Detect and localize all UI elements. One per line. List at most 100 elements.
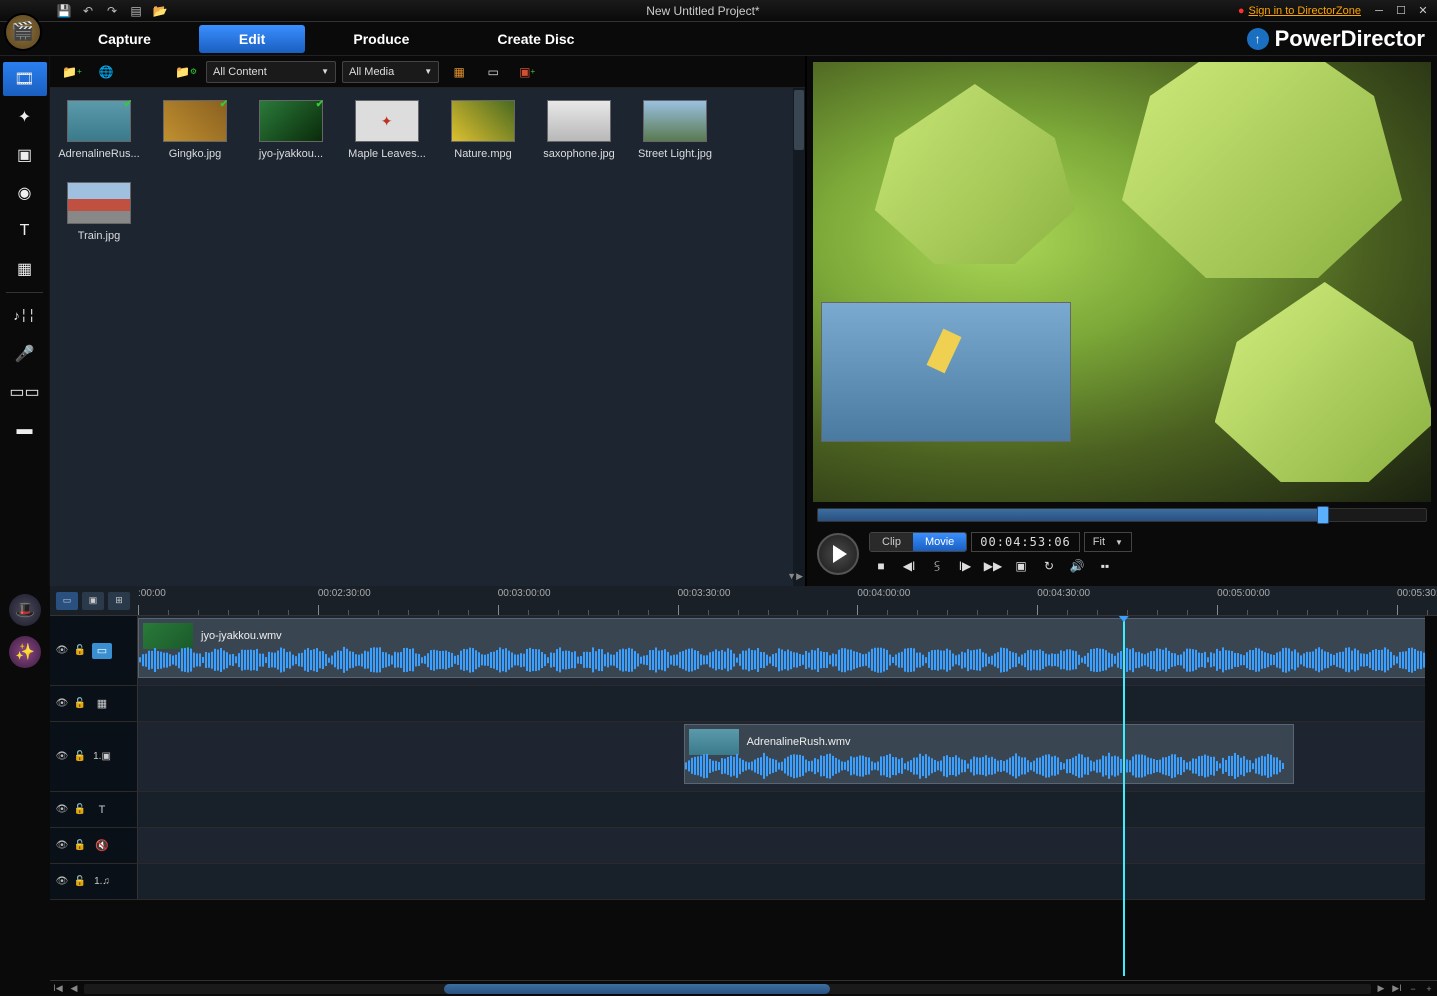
library-scrollbar[interactable] xyxy=(793,88,805,586)
scroll-left-button[interactable]: ◀ xyxy=(66,982,82,996)
seek-handle-icon[interactable] xyxy=(1317,506,1329,524)
media-thumb[interactable]: Street Light.jpg xyxy=(638,100,712,160)
media-filter-dropdown[interactable]: All Media xyxy=(342,61,439,83)
subtitle-room[interactable]: ▬ xyxy=(3,413,47,447)
lock-icon[interactable]: 🔓 xyxy=(74,751,86,763)
track-body[interactable] xyxy=(138,864,1437,899)
zoom-fit-dropdown[interactable]: Fit xyxy=(1084,532,1132,552)
particle-room[interactable]: ◉ xyxy=(3,176,47,210)
storyboard-view-button[interactable]: ▣ xyxy=(82,592,104,610)
tab-capture[interactable]: Capture xyxy=(58,25,191,53)
preview-seek-slider[interactable] xyxy=(817,508,1427,522)
snapshot-button[interactable]: ▣ xyxy=(1009,556,1033,576)
preview-viewport[interactable] xyxy=(813,62,1431,502)
media-thumb[interactable]: ✔Gingko.jpg xyxy=(158,100,232,160)
track-manager-button[interactable]: ⊞ xyxy=(108,592,130,610)
track-body[interactable] xyxy=(138,828,1437,863)
prev-unit-button[interactable]: ⫓ xyxy=(925,556,949,576)
maximize-button[interactable]: ☐ xyxy=(1393,4,1409,18)
loop-button[interactable]: ↻ xyxy=(1037,556,1061,576)
hscroll-thumb[interactable] xyxy=(444,984,830,994)
music-track-1: 👁 🔓 1.♫ xyxy=(50,864,1437,900)
zoom-in-button[interactable]: + xyxy=(1421,982,1437,996)
stop-button[interactable]: ■ xyxy=(869,556,893,576)
timeline-vscroll[interactable] xyxy=(1425,616,1437,980)
track-body[interactable]: AdrenalineRush.wmv xyxy=(138,722,1437,791)
tab-produce[interactable]: Produce xyxy=(313,25,449,53)
tab-edit[interactable]: Edit xyxy=(199,25,305,53)
track-body[interactable]: jyo-jyakkou.wmv xyxy=(138,616,1437,685)
lock-icon[interactable]: 🔓 xyxy=(74,698,86,710)
mode-toggle: Clip Movie xyxy=(869,532,967,552)
lock-icon[interactable]: 🔓 xyxy=(74,840,86,852)
magic-tools-button[interactable]: 🎩 xyxy=(9,594,41,626)
app-logo: 🎬 xyxy=(4,13,50,59)
timeline-clip[interactable]: AdrenalineRush.wmv xyxy=(684,724,1295,784)
ruler-label: 00:04:30:00 xyxy=(1037,588,1090,599)
visibility-icon[interactable]: 👁 xyxy=(56,804,68,816)
window-controls: ─ ☐ ✕ xyxy=(1371,4,1431,18)
undo-icon[interactable]: ↶ xyxy=(80,3,96,19)
open-project-icon[interactable]: 📂 xyxy=(152,3,168,19)
audio-mixing-room[interactable]: ♪╎╎ xyxy=(3,299,47,333)
track-body[interactable] xyxy=(138,792,1437,827)
visibility-icon[interactable]: 👁 xyxy=(56,645,68,657)
timeline-ruler[interactable]: :00:0000:02:30:0000:03:00:0000:03:30:000… xyxy=(138,586,1437,615)
next-frame-button[interactable]: I▶ xyxy=(953,556,977,576)
title-room[interactable]: T xyxy=(3,214,47,248)
content-filter-dropdown[interactable]: All Content xyxy=(206,61,336,83)
play-button[interactable] xyxy=(817,533,859,575)
track-body[interactable] xyxy=(138,686,1437,721)
media-thumb[interactable]: ✔jyo-jyakkou... xyxy=(254,100,328,160)
minimize-button[interactable]: ─ xyxy=(1371,4,1387,18)
media-thumb[interactable]: Nature.mpg xyxy=(446,100,520,160)
media-thumb[interactable]: Maple Leaves... xyxy=(350,100,424,160)
import-media-button[interactable]: 📁+ xyxy=(58,60,86,84)
library-menu-button[interactable]: 📁⚙ xyxy=(172,60,200,84)
media-room[interactable]: 🎞 xyxy=(3,62,47,96)
visibility-icon[interactable]: 👁 xyxy=(56,876,68,888)
media-thumb[interactable]: saxophone.jpg xyxy=(542,100,616,160)
magic-wand-button[interactable]: ✨ xyxy=(9,636,41,668)
mode-movie-button[interactable]: Movie xyxy=(913,533,966,551)
scroll-start-button[interactable]: I◀ xyxy=(50,982,66,996)
upload-icon[interactable]: ↑ xyxy=(1247,28,1269,50)
lock-icon[interactable]: 🔓 xyxy=(74,804,86,816)
signin-link[interactable]: Sign in to DirectorZone xyxy=(1238,5,1361,17)
detect-scenes-button[interactable]: ▭ xyxy=(479,60,507,84)
save-icon[interactable]: 💾 xyxy=(56,3,72,19)
quality-button[interactable]: ▪▪ xyxy=(1093,556,1117,576)
collapse-library-arrow[interactable]: ▼▶ xyxy=(787,571,803,582)
fast-forward-button[interactable]: ▶▶ xyxy=(981,556,1005,576)
effect-track-icon: ▦ xyxy=(92,696,112,712)
scroll-end-button[interactable]: ▶I xyxy=(1389,982,1405,996)
media-thumb[interactable]: ✔AdrenalineRus... xyxy=(62,100,136,160)
redo-icon[interactable]: ↷ xyxy=(104,3,120,19)
new-project-icon[interactable]: ▤ xyxy=(128,3,144,19)
lock-icon[interactable]: 🔓 xyxy=(74,876,86,888)
chapter-room[interactable]: ▭▭ xyxy=(3,375,47,409)
volume-button[interactable]: 🔊 xyxy=(1065,556,1089,576)
add-to-timeline-button[interactable]: ▣+ xyxy=(513,60,541,84)
hscroll-track[interactable] xyxy=(84,984,1371,994)
prev-frame-button[interactable]: ◀I xyxy=(897,556,921,576)
timeline-clip[interactable]: jyo-jyakkou.wmv xyxy=(138,618,1437,678)
scroll-right-button[interactable]: ▶ xyxy=(1373,982,1389,996)
voiceover-room[interactable]: 🎤 xyxy=(3,337,47,371)
effect-room[interactable]: ✦ xyxy=(3,100,47,134)
close-button[interactable]: ✕ xyxy=(1415,4,1431,18)
zoom-out-button[interactable]: − xyxy=(1405,982,1421,996)
timecode-display[interactable]: 00:04:53:06 xyxy=(971,532,1079,552)
visibility-icon[interactable]: 👁 xyxy=(56,751,68,763)
transition-room[interactable]: ▦ xyxy=(3,252,47,286)
timeline-view-button[interactable]: ▭ xyxy=(56,592,78,610)
pip-room[interactable]: ▣ xyxy=(3,138,47,172)
visibility-icon[interactable]: 👁 xyxy=(56,840,68,852)
mode-clip-button[interactable]: Clip xyxy=(870,533,913,551)
download-media-button[interactable]: 🌐 xyxy=(92,60,120,84)
tab-create-disc[interactable]: Create Disc xyxy=(457,25,614,53)
view-thumbnails-button[interactable]: ▦ xyxy=(445,60,473,84)
media-thumb[interactable]: Train.jpg xyxy=(62,182,136,242)
visibility-icon[interactable]: 👁 xyxy=(56,698,68,710)
lock-icon[interactable]: 🔓 xyxy=(74,645,86,657)
